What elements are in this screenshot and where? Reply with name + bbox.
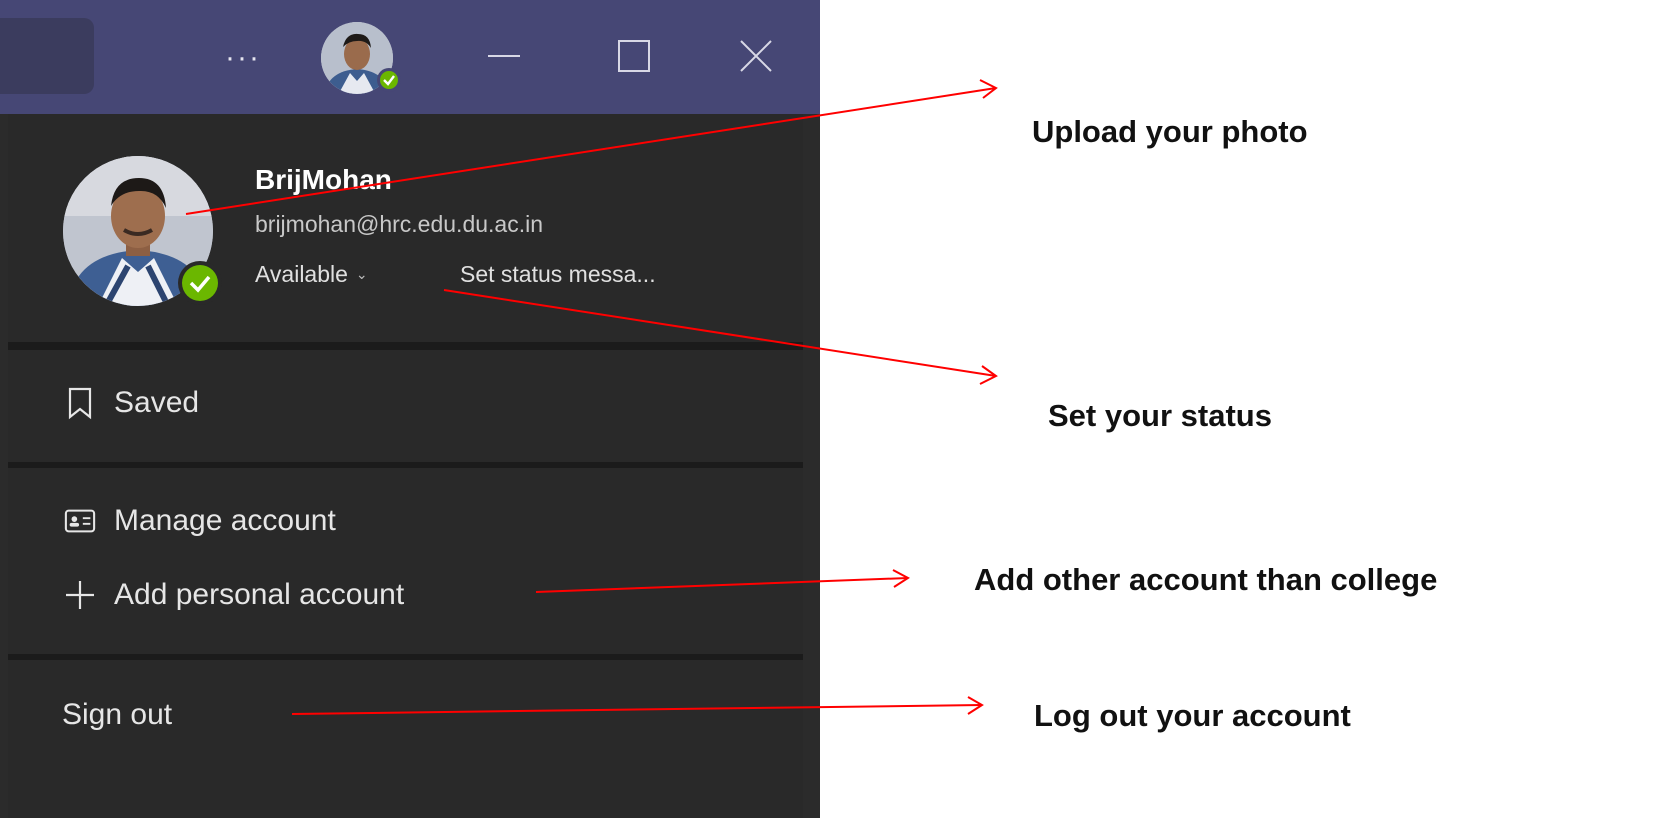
sign-out-label: Sign out xyxy=(62,698,173,731)
user-email: brijmohan@hrc.edu.du.ac.in xyxy=(255,211,544,237)
divider xyxy=(8,342,803,350)
set-status-message-button[interactable]: Set status messa... xyxy=(460,261,656,288)
user-avatar-icon xyxy=(321,22,401,94)
minimize-button[interactable] xyxy=(474,26,534,86)
arrowhead xyxy=(979,365,998,385)
bookmark-icon xyxy=(64,387,96,420)
user-avatar-icon xyxy=(63,156,222,306)
sign-out-menu-item[interactable]: Sign out xyxy=(62,698,172,732)
more-options-button[interactable]: ··· xyxy=(218,28,268,88)
arrowhead xyxy=(967,696,984,715)
maximize-icon xyxy=(618,40,650,72)
chevron-down-icon: ⌄ xyxy=(355,266,368,282)
profile-section: BrijMohan brijmohan@hrc.edu.du.ac.in Ava… xyxy=(8,114,803,342)
titlebar-avatar[interactable] xyxy=(310,21,406,95)
status-dropdown[interactable]: Available ⌄ xyxy=(255,261,368,288)
profile-menu-panel: BrijMohan brijmohan@hrc.edu.du.ac.in Ava… xyxy=(8,114,803,818)
maximize-button[interactable] xyxy=(604,26,664,86)
annotation-log-out: Log out your account xyxy=(1034,698,1351,733)
manage-account-menu-item[interactable]: Manage account xyxy=(64,504,336,538)
divider xyxy=(8,462,803,468)
contact-card-icon xyxy=(64,505,96,537)
minimize-icon xyxy=(488,55,520,57)
add-personal-account-menu-item[interactable]: Add personal account xyxy=(64,578,404,612)
close-button[interactable] xyxy=(726,26,786,86)
profile-photo[interactable] xyxy=(58,156,228,306)
add-personal-account-label: Add personal account xyxy=(114,578,405,611)
status-label: Available xyxy=(255,261,348,287)
close-icon xyxy=(740,40,772,72)
teams-window: ··· BrijMohan brijmohan@hrc.edu.du.ac.in… xyxy=(0,0,820,818)
divider xyxy=(8,654,803,660)
user-name: BrijMohan xyxy=(255,164,392,195)
manage-account-label: Manage account xyxy=(114,504,336,537)
title-bar: ··· xyxy=(0,0,820,114)
annotation-set-status: Set your status xyxy=(1048,398,1272,433)
plus-icon xyxy=(64,579,96,611)
saved-label: Saved xyxy=(114,386,200,419)
saved-menu-item[interactable]: Saved xyxy=(64,386,199,420)
annotation-add-account: Add other account than college xyxy=(974,562,1438,597)
arrowhead xyxy=(979,79,998,99)
search-box[interactable] xyxy=(0,18,94,94)
annotation-upload-photo: Upload your photo xyxy=(1032,114,1308,149)
arrowhead xyxy=(892,569,910,588)
